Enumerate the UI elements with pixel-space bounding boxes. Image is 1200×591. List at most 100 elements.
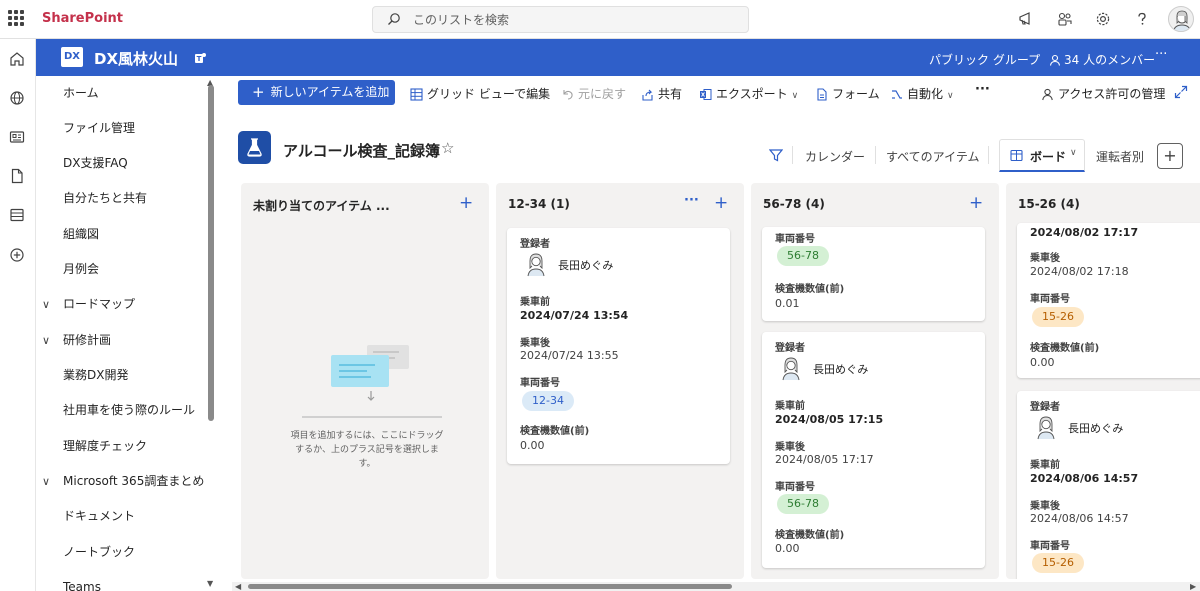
view-divider	[875, 146, 876, 164]
nav-item-faq[interactable]: DX支援FAQ	[36, 146, 206, 181]
vehicle-chip: 15-26	[1032, 553, 1084, 573]
new-item-button[interactable]: + 新しいアイテムを追加	[238, 80, 395, 105]
before-datetime: 2024/08/02 17:17	[1030, 226, 1139, 239]
person-avatar-icon	[527, 253, 545, 277]
scrollbar-thumb[interactable]	[248, 584, 732, 589]
nav-item-org-chart[interactable]: 組織図	[36, 217, 206, 252]
more-commands-button[interactable]: ···	[975, 82, 990, 97]
column-add-button[interactable]: +	[714, 193, 728, 213]
automate-button[interactable]: 自動化 ∨	[890, 85, 954, 102]
board-card[interactable]: 登録者 長田めぐみ 乗車前 2024/07/24 13:54 乗車後 2024/…	[507, 228, 730, 464]
nav-item-documents[interactable]: ドキュメント	[36, 499, 206, 534]
tab-calendar[interactable]: カレンダー	[805, 148, 865, 165]
site-title[interactable]: DX風林火山	[94, 48, 178, 69]
list-title[interactable]: アルコール検査_記録簿	[283, 140, 440, 161]
nav-item-dx-dev[interactable]: 業務DX開発	[36, 358, 206, 393]
document-icon[interactable]	[8, 167, 26, 185]
nav-chevron-icon[interactable]: ∨	[42, 323, 50, 358]
app-name[interactable]: SharePoint	[42, 11, 123, 26]
nav-item-label: 業務DX開発	[63, 368, 129, 382]
nav-item-files[interactable]: ファイル管理	[36, 111, 206, 146]
field-label: 乗車後	[1030, 253, 1060, 264]
app-launcher-icon[interactable]	[8, 10, 24, 26]
nav-item-label: DX支援FAQ	[63, 156, 128, 170]
members-button[interactable]: 34 人のメンバー	[1049, 51, 1155, 68]
nav-item-roadmap[interactable]: ∨ ロードマップ	[36, 287, 206, 322]
add-view-button[interactable]: +	[1157, 143, 1183, 169]
list-icon[interactable]	[8, 206, 26, 224]
nav-chevron-icon[interactable]: ∨	[42, 464, 50, 499]
column-add-button[interactable]: +	[459, 193, 473, 213]
new-item-label: 新しいアイテムを追加	[270, 85, 390, 99]
globe-icon[interactable]	[8, 89, 26, 107]
board-card[interactable]: 2024/08/02 17:17 乗車後 2024/08/02 17:18 車両…	[1017, 223, 1200, 378]
nav-item-notebook[interactable]: ノートブック	[36, 535, 206, 570]
column-title[interactable]: 15-26 (4)	[1018, 197, 1080, 211]
field-label: 乗車前	[775, 401, 805, 412]
home-icon[interactable]	[8, 50, 26, 68]
nav-item-monthly[interactable]: 月例会	[36, 252, 206, 287]
field-label: 車両番号	[775, 482, 815, 493]
user-avatar[interactable]	[1168, 6, 1194, 32]
teams-icon[interactable]: T	[194, 51, 208, 65]
search-input[interactable]	[413, 11, 713, 29]
field-label: 登録者	[520, 239, 550, 250]
undo-button[interactable]: 元に戻す	[561, 85, 626, 102]
nav-item-training[interactable]: ∨ 研修計画	[36, 323, 206, 358]
teams-share-icon[interactable]	[1056, 10, 1074, 28]
grid-edit-button[interactable]: グリッド ビューで編集	[410, 85, 550, 102]
help-icon[interactable]	[1133, 10, 1151, 28]
column-more-button[interactable]: ···	[684, 193, 699, 208]
board-card[interactable]: 登録者 長田めぐみ 乗車前 2024/08/05 17:15 乗車後 2024/…	[762, 332, 985, 568]
tab-all-items[interactable]: すべてのアイテム	[886, 148, 979, 165]
nav-chevron-icon[interactable]: ∨	[42, 287, 50, 322]
undo-label: 元に戻す	[578, 87, 627, 101]
scroll-left-arrow[interactable]: ◀	[235, 582, 241, 591]
nav-scroll-down-arrow[interactable]: ▼	[207, 579, 213, 588]
board-column-15-26: 15-26 (4) 2024/08/02 17:17 乗車後 2024/08/0…	[1006, 183, 1200, 579]
nav-item-shared[interactable]: 自分たちと共有	[36, 181, 206, 216]
person-icon	[1049, 54, 1061, 66]
nav-item-label: ロードマップ	[63, 297, 136, 311]
nav-item-teams[interactable]: Teams	[36, 570, 206, 591]
manage-access-button[interactable]: アクセス許可の管理	[1041, 85, 1165, 102]
nav-item-label: 研修計画	[63, 333, 112, 347]
column-add-button[interactable]: +	[969, 193, 983, 213]
column-title[interactable]: 未割り当てのアイテム ...	[253, 197, 390, 214]
board-card[interactable]: 登録者 長田めぐみ 乗車前 2024/08/06 14:57 乗車後 2024/…	[1017, 391, 1200, 579]
tab-by-driver[interactable]: 運転者別	[1096, 148, 1144, 165]
board-horizontal-scrollbar[interactable]: ◀ ▶	[232, 582, 1200, 591]
export-button[interactable]: X エクスポート ∨	[699, 85, 798, 102]
header-more-button[interactable]: ···	[1155, 47, 1167, 62]
search-box[interactable]	[372, 6, 749, 33]
nav-scrollbar[interactable]	[208, 85, 214, 421]
nav-item-label: Teams	[63, 580, 101, 591]
megaphone-icon[interactable]	[1017, 10, 1035, 28]
automate-label: 自動化	[907, 87, 944, 101]
board-card[interactable]: 車両番号 56-78 検査機数値(前) 0.01	[762, 227, 985, 321]
add-circle-icon[interactable]	[8, 246, 26, 264]
share-button[interactable]: 共有	[641, 85, 682, 102]
view-divider	[792, 146, 793, 164]
column-title[interactable]: 56-78 (4)	[763, 197, 825, 211]
expand-icon[interactable]	[1174, 85, 1188, 99]
registrant-name: 長田めぐみ	[558, 259, 614, 272]
board-column-unassigned: 未割り当てのアイテム ... + 項目を追加するには、ここにドラッグするか、上の…	[241, 183, 489, 579]
column-title[interactable]: 12-34 (1)	[508, 197, 570, 211]
reading-value: 0.00	[1030, 356, 1055, 369]
filter-icon[interactable]	[769, 148, 783, 162]
view-divider	[988, 146, 989, 164]
scroll-right-arrow[interactable]: ▶	[1190, 582, 1196, 591]
settings-icon[interactable]	[1094, 10, 1112, 28]
nav-item-label: ドキュメント	[63, 509, 136, 523]
svg-text:T: T	[197, 55, 202, 63]
tab-board[interactable]: ボード ∨	[999, 139, 1085, 172]
favorite-star-icon[interactable]: ☆	[441, 139, 454, 157]
nav-item-m365[interactable]: ∨ Microsoft 365調査まとめ	[36, 464, 206, 499]
nav-item-car-rules[interactable]: 社用車を使う際のルール	[36, 393, 206, 428]
nav-item-home[interactable]: ホーム	[36, 76, 206, 111]
form-button[interactable]: フォーム	[815, 85, 880, 102]
site-logo[interactable]: DX	[61, 47, 83, 67]
news-icon[interactable]	[8, 128, 26, 146]
nav-item-check[interactable]: 理解度チェック	[36, 429, 206, 464]
